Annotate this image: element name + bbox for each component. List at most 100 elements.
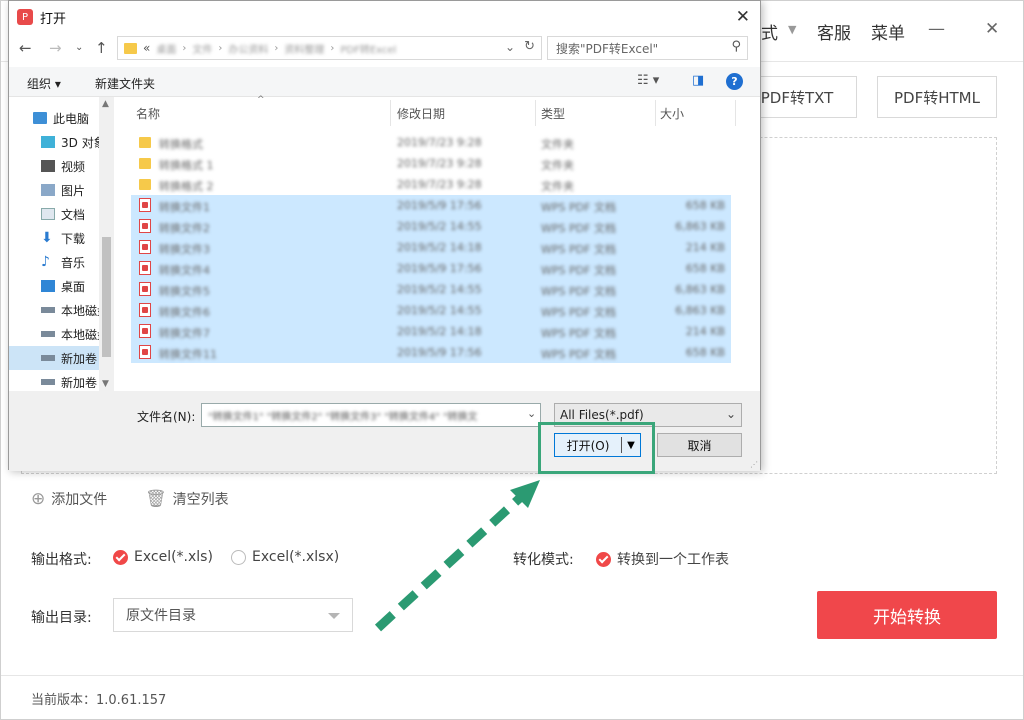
file-type-cell: 文件夹 — [541, 180, 574, 193]
desktop-icon — [41, 280, 55, 292]
close-icon[interactable]: ✕ — [985, 19, 999, 39]
file-row[interactable]: 转换格式 1 2019/7/23 9:28 文件夹 — [131, 153, 731, 174]
breadcrumb-item[interactable]: PDF转Excel — [340, 41, 396, 56]
column-header-name[interactable]: 名称 — [136, 100, 386, 126]
file-row[interactable]: 转换文件5 2019/5/2 14:55 WPS PDF 文档 6,863 KB — [131, 279, 731, 300]
open-file-dialog: P 打开 ✕ ← → ⌄ ↑ « 桌面 › 文件 › 办公资料 › 资料整理 › PDF… — [8, 0, 761, 471]
breadcrumb-overflow[interactable]: « — [143, 41, 150, 55]
nav-item-label: 新加卷 — [61, 351, 98, 366]
chevron-down-icon[interactable]: ⌄ — [75, 42, 83, 53]
forward-arrow-icon[interactable]: → — [49, 39, 62, 57]
breadcrumb-item[interactable]: 办公资料 — [228, 41, 268, 56]
resize-grip-icon[interactable]: ⋰ — [750, 460, 758, 469]
cancel-button[interactable]: 取消 — [657, 433, 742, 457]
dialog-titlebar: P 打开 ✕ — [9, 1, 760, 33]
view-options-icon[interactable]: ☷ ▾ — [637, 73, 659, 88]
file-type-cell: WPS PDF 文档 — [541, 306, 616, 319]
folder-icon — [124, 42, 137, 54]
chevron-down-icon[interactable]: ▼ — [788, 23, 796, 36]
breadcrumb-item[interactable]: 文件 — [192, 41, 212, 56]
filename-input[interactable]: "转换文件1" "转换文件2" "转换文件3" "转换文件4" "转换文 — [201, 403, 541, 427]
back-arrow-icon[interactable]: ← — [19, 39, 32, 57]
organize-button[interactable]: 组织 ▾ — [27, 75, 61, 92]
file-row[interactable]: 转换文件11 2019/5/9 17:56 WPS PDF 文档 658 KB — [131, 342, 731, 363]
file-row[interactable]: 转换格式 2019/7/23 9:28 文件夹 — [131, 132, 731, 153]
breadcrumb-item[interactable]: 桌面 — [156, 41, 176, 56]
column-header-size[interactable]: 大小 — [660, 100, 730, 126]
scrollbar-thumb[interactable] — [102, 237, 111, 357]
pdf-file-icon — [139, 303, 151, 317]
computer-icon — [33, 112, 47, 124]
up-arrow-icon[interactable]: ↑ — [95, 39, 108, 57]
file-row[interactable]: 转换文件6 2019/5/2 14:55 WPS PDF 文档 6,863 KB — [131, 300, 731, 321]
file-name-cell: 转换格式 1 — [159, 159, 214, 172]
search-icon: ⚲ — [731, 39, 741, 54]
chevron-down-icon[interactable]: ⌄ — [505, 40, 515, 54]
column-divider[interactable] — [735, 100, 736, 126]
file-row[interactable]: 转换文件7 2019/5/2 14:18 WPS PDF 文档 214 KB — [131, 321, 731, 342]
trash-icon: 🗑 — [145, 489, 167, 509]
close-icon[interactable]: ✕ — [736, 7, 750, 27]
format-option-xls[interactable]: Excel(*.xls) — [113, 549, 213, 565]
drive-icon — [41, 307, 55, 313]
file-type-cell: WPS PDF 文档 — [541, 327, 616, 340]
file-row[interactable]: 转换文件4 2019/5/9 17:56 WPS PDF 文档 658 KB — [131, 258, 731, 279]
column-header-date[interactable]: 修改日期 — [397, 100, 537, 126]
output-dir-select[interactable]: 原文件目录 — [113, 598, 353, 632]
column-header-label: 名称 — [136, 106, 161, 121]
column-divider[interactable] — [390, 100, 391, 126]
file-date-cell: 2019/5/2 14:55 — [397, 304, 482, 317]
refresh-icon[interactable]: ↻ — [524, 39, 535, 54]
convert-mode-option-label: 转换到一个工作表 — [617, 552, 729, 568]
column-divider[interactable] — [535, 100, 536, 126]
scroll-up-icon[interactable]: ▲ — [102, 99, 109, 109]
topnav-item-menu[interactable]: 菜单 — [871, 19, 905, 44]
file-size-cell: 6,863 KB — [675, 304, 725, 317]
pdf-file-icon — [139, 219, 151, 233]
scroll-down-icon[interactable]: ▼ — [102, 379, 109, 389]
start-convert-button[interactable]: 开始转换 — [817, 591, 997, 639]
preview-pane-icon[interactable]: ◨ — [692, 73, 704, 88]
tab-pdf-to-html[interactable]: PDF转HTML — [877, 76, 997, 118]
search-input[interactable]: 搜索"PDF转Excel" ⚲ — [547, 36, 748, 60]
column-divider[interactable] — [655, 100, 656, 126]
file-date-cell: 2019/5/2 14:55 — [397, 283, 482, 296]
file-row[interactable]: 转换文件1 2019/5/9 17:56 WPS PDF 文档 658 KB — [131, 195, 731, 216]
file-type-cell: WPS PDF 文档 — [541, 348, 616, 361]
minimize-icon[interactable]: — — [928, 19, 945, 39]
breadcrumb-item[interactable]: 资料整理 — [284, 41, 324, 56]
clear-list-label: 清空列表 — [172, 492, 229, 508]
file-size-cell: 6,863 KB — [675, 220, 725, 233]
file-row[interactable]: 转换文件2 2019/5/2 14:55 WPS PDF 文档 6,863 KB — [131, 216, 731, 237]
topnav-item-service[interactable]: 客服 — [817, 19, 851, 44]
convert-mode-label: 转化模式: — [513, 552, 574, 568]
cube-icon — [41, 136, 55, 148]
add-file-button[interactable]: ⊕ 添加文件 — [31, 489, 107, 509]
column-header-label: 修改日期 — [397, 106, 446, 121]
video-icon — [41, 160, 55, 172]
convert-mode-option[interactable]: 转换到一个工作表 — [596, 549, 729, 569]
plus-circle-icon: ⊕ — [31, 489, 46, 509]
column-header-label: 大小 — [660, 106, 685, 121]
new-folder-button[interactable]: 新建文件夹 — [95, 75, 155, 92]
topnav-item-format[interactable]: 式 — [761, 19, 778, 44]
chevron-down-icon[interactable]: ⌄ — [527, 407, 536, 420]
nav-item-label: 视频 — [61, 159, 86, 174]
clear-list-button[interactable]: 🗑 清空列表 — [145, 489, 229, 509]
nav-scrollbar[interactable]: ▲ ▼ — [99, 97, 114, 391]
file-type-cell: WPS PDF 文档 — [541, 201, 616, 214]
file-date-cell: 2019/7/23 9:28 — [397, 178, 482, 191]
column-header-type[interactable]: 类型 — [541, 100, 651, 126]
format-option-xlsx[interactable]: Excel(*.xlsx) — [231, 549, 339, 565]
help-icon[interactable]: ? — [726, 73, 743, 90]
filetype-value: All Files(*.pdf) — [560, 408, 644, 422]
folder-icon — [139, 179, 151, 190]
file-row[interactable]: 转换格式 2 2019/7/23 9:28 文件夹 — [131, 174, 731, 195]
file-size-cell: 6,863 KB — [675, 283, 725, 296]
drive-icon — [41, 379, 55, 385]
pdf-file-icon — [139, 261, 151, 275]
drive-icon — [41, 331, 55, 337]
file-row[interactable]: 转换文件3 2019/5/2 14:18 WPS PDF 文档 214 KB — [131, 237, 731, 258]
file-type-cell: WPS PDF 文档 — [541, 285, 616, 298]
address-bar[interactable]: « 桌面 › 文件 › 办公资料 › 资料整理 › PDF转Excel ⌄ ↻ — [117, 36, 542, 60]
